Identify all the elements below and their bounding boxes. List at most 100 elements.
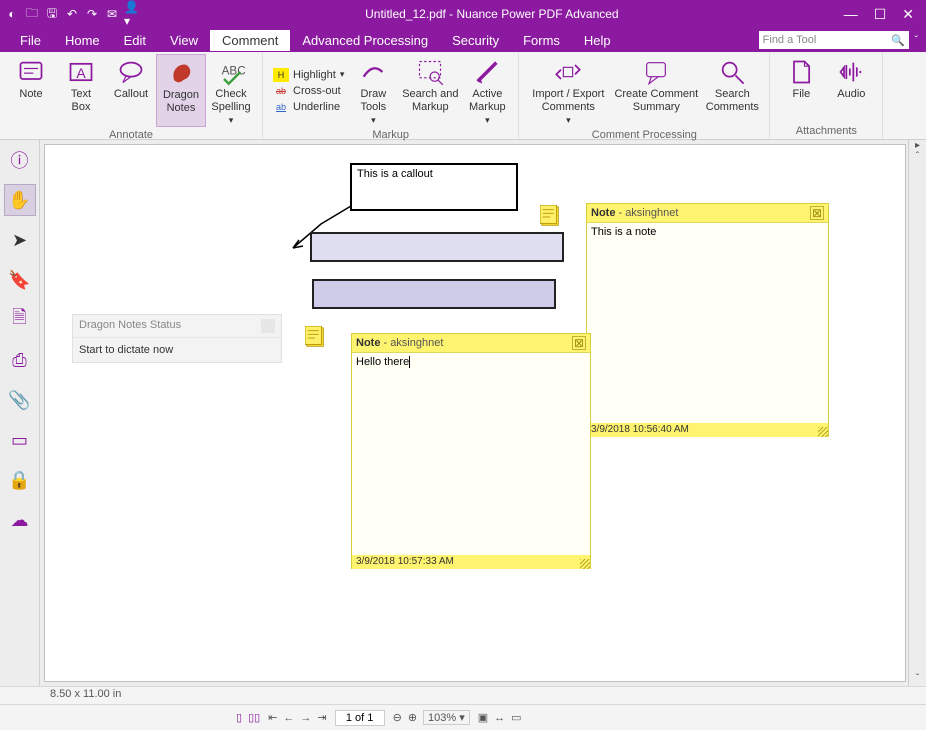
draw-tools-button[interactable]: Draw Tools▾ [348, 54, 398, 127]
search-icon[interactable]: 🔍 [891, 34, 905, 47]
note-button[interactable]: Note [6, 54, 56, 127]
undo-icon[interactable]: ↶ [64, 6, 80, 22]
create-summary-button[interactable]: Create Comment Summary [611, 54, 701, 127]
form-panel-icon[interactable]: ▭ [4, 424, 36, 456]
hand-tool-icon[interactable]: ✋ [4, 184, 36, 216]
note-label: Note [591, 207, 615, 219]
save-icon[interactable]: 🖫 [44, 6, 60, 22]
dragon-icon [167, 59, 195, 87]
file-attach-button[interactable]: File [776, 54, 826, 123]
prev-page-icon[interactable]: ← [283, 712, 294, 724]
tab-security[interactable]: Security [440, 30, 511, 51]
note-author: - aksinghnet [618, 207, 678, 219]
tab-forms[interactable]: Forms [511, 30, 572, 51]
dragon-notes-panel: Dragon Notes Status Start to dictate now [72, 314, 282, 363]
open-icon[interactable]: 🗀 [24, 6, 40, 22]
scroll-down-icon[interactable]: ˇ [909, 673, 926, 684]
search-comments-button[interactable]: Search Comments [701, 54, 763, 127]
lock-icon[interactable]: 🔒 [4, 464, 36, 496]
select-tool-icon[interactable]: ➤ [4, 224, 36, 256]
draw-icon [359, 58, 387, 86]
file-icon [787, 58, 815, 86]
note-marker-2[interactable] [305, 326, 327, 350]
page-input[interactable] [335, 710, 385, 726]
tab-view[interactable]: View [158, 30, 210, 51]
text-box-button[interactable]: A Text Box [56, 54, 106, 127]
svg-text:A: A [76, 65, 86, 81]
resize-grip-icon[interactable] [580, 559, 590, 569]
ribbon-group-attachments: File Audio Attachments [770, 52, 883, 139]
highlight-button[interactable]: HHighlight ▾ [273, 68, 344, 82]
annotation-rect-1[interactable] [310, 232, 564, 262]
stamp-icon[interactable]: ⎙ [4, 344, 36, 376]
find-tool-input[interactable]: Find a Tool 🔍 [759, 31, 909, 49]
left-tool-strip: ⓘ ✋ ➤ 🔖 🗎 ⎙ 📎 ▭ 🔒 ☁ [0, 140, 40, 686]
tab-edit[interactable]: Edit [112, 30, 158, 51]
note-marker-1[interactable] [540, 205, 562, 229]
active-markup-button[interactable]: Active Markup▾ [462, 54, 512, 127]
fit-width-icon[interactable]: ↔ [494, 712, 505, 724]
bookmark-icon[interactable]: 🔖 [4, 264, 36, 296]
cloud-icon[interactable]: ☁ [4, 504, 36, 536]
tab-advanced[interactable]: Advanced Processing [290, 30, 440, 51]
tab-file[interactable]: File [8, 30, 53, 51]
sticky-note-1-header[interactable]: Note - aksinghnet ⊠ [587, 204, 828, 223]
tab-help[interactable]: Help [572, 30, 623, 51]
page-panel-icon[interactable]: 🗎 [4, 304, 36, 336]
resize-grip-icon[interactable] [818, 427, 828, 437]
attach-icon[interactable]: 📎 [4, 384, 36, 416]
summary-icon [642, 58, 670, 86]
last-page-icon[interactable]: ⇥ [317, 711, 326, 724]
title-bar: ◐ 🗀 🖫 ↶ ↷ ✉ 👤▾ Untitled_12.pdf - Nuance … [0, 0, 926, 28]
callout-annotation[interactable]: This is a callout [350, 163, 518, 211]
underline-button[interactable]: abUnderline [273, 100, 344, 114]
sticky-note-1[interactable]: Note - aksinghnet ⊠ This is a note 3/9/2… [586, 203, 829, 437]
info-tool-icon[interactable]: ⓘ [4, 144, 36, 176]
tab-home[interactable]: Home [53, 30, 112, 51]
crossout-icon: ab [273, 84, 289, 98]
dragon-panel-header[interactable]: Dragon Notes Status [73, 315, 281, 338]
continuous-icon[interactable]: ▯▯ [248, 711, 260, 724]
sticky-note-1-body[interactable]: This is a note [587, 223, 828, 423]
dragon-notes-button[interactable]: Dragon Notes [156, 54, 206, 127]
text-box-icon: A [67, 58, 95, 86]
ribbon-expand-icon[interactable]: ˇ [915, 35, 918, 46]
user-icon[interactable]: 👤▾ [124, 6, 140, 22]
scroll-top-icon[interactable]: ▸ [909, 140, 926, 151]
search-markup-icon [416, 58, 444, 86]
scroll-up-icon[interactable]: ˆ [909, 151, 926, 162]
dragon-title: Dragon Notes Status [79, 319, 181, 333]
maximize-button[interactable]: ☐ [874, 6, 887, 23]
check-spelling-button[interactable]: ABC Check Spelling▾ [206, 54, 256, 127]
audio-attach-button[interactable]: Audio [826, 54, 876, 123]
first-page-icon[interactable]: ⇤ [268, 711, 277, 724]
sticky-note-2-footer: 3/9/2018 10:57:33 AM [352, 555, 590, 569]
fit-visible-icon[interactable]: ▭ [511, 711, 521, 724]
sticky-note-2-header[interactable]: Note - aksinghnet ⊠ [352, 334, 590, 353]
annotation-rect-2[interactable] [312, 279, 556, 309]
close-panel-icon[interactable] [261, 319, 275, 333]
zoom-in-icon[interactable]: ⊕ [408, 711, 417, 724]
close-button[interactable]: ✕ [902, 6, 914, 23]
callout-button[interactable]: Callout [106, 54, 156, 127]
single-page-icon[interactable]: ▯ [236, 711, 242, 724]
minimize-button[interactable]: — [844, 6, 858, 23]
close-note-icon[interactable]: ⊠ [810, 206, 824, 220]
zoom-select[interactable]: 103% ▾ [423, 710, 470, 725]
fit-page-icon[interactable]: ▣ [478, 711, 488, 724]
crossout-button[interactable]: abCross-out [273, 84, 344, 98]
svg-text:ABC: ABC [222, 64, 245, 77]
tab-comment[interactable]: Comment [210, 30, 290, 51]
sticky-note-2-body[interactable]: Hello there [352, 353, 590, 555]
import-export-button[interactable]: Import / Export Comments▾ [525, 54, 611, 127]
zoom-out-icon[interactable]: ⊖ [393, 711, 402, 724]
close-note-icon[interactable]: ⊠ [572, 336, 586, 350]
next-page-icon[interactable]: → [300, 712, 311, 724]
search-markup-button[interactable]: Search and Markup [398, 54, 462, 127]
note-icon [17, 58, 45, 86]
redo-icon[interactable]: ↷ [84, 6, 100, 22]
search-comments-icon [718, 58, 746, 86]
vertical-scrollbar[interactable]: ▸ ˆ ˇ [908, 140, 926, 686]
mail-icon[interactable]: ✉ [104, 6, 120, 22]
sticky-note-2[interactable]: Note - aksinghnet ⊠ Hello there 3/9/2018… [351, 333, 591, 569]
